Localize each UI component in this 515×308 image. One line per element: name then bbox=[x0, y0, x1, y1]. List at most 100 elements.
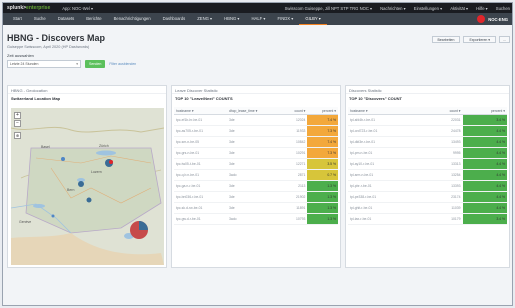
value-cell: 3de bbox=[227, 136, 282, 148]
value-cell: 13393 bbox=[425, 180, 463, 192]
table-row[interactable]: tpc-sk.d-rw-be-01 3de 11891 1.3 % bbox=[174, 202, 338, 214]
table-row[interactable]: tpl-pm-n-be-01 9995 4.4 % bbox=[348, 147, 507, 159]
nav-hbng[interactable]: HBNG ▾ bbox=[218, 13, 245, 25]
table-row[interactable]: tpl-dkt3e-r-be-01 13493 4.4 % bbox=[348, 136, 507, 148]
hostname-cell: tpc-as705-r-be-01 bbox=[174, 125, 227, 137]
help-menu[interactable]: Hilfe ▾ bbox=[476, 6, 488, 11]
table-row[interactable]: tpc-gw.d-r-be-01 3ado 10793 1.3 % bbox=[174, 213, 338, 225]
nav-findx[interactable]: FINDX ▾ bbox=[272, 13, 300, 25]
col-lease-time[interactable]: dhcp_lease_time ▾ bbox=[227, 107, 282, 115]
value-cell: 12024 bbox=[281, 114, 308, 126]
table-row[interactable]: tpl-srm-n-be-01 13254 4.4 % bbox=[348, 169, 507, 181]
table-row[interactable]: tpc-q.b.n-be-01 3ado 2871 0.7 % bbox=[174, 169, 338, 181]
table-row[interactable]: tpc-bn036-r-be-01 3de 21902 1.3 % bbox=[174, 191, 338, 203]
settings-menu[interactable]: Einstellungen ▾ bbox=[414, 6, 442, 11]
nav-start[interactable]: Start bbox=[7, 13, 28, 25]
nav-gilby[interactable]: GILBY ▾ bbox=[299, 13, 327, 25]
value-cell: 3de bbox=[227, 125, 282, 137]
percent-cell: 3.4 % bbox=[462, 114, 507, 126]
header-actions: Bearbeiten Exportieren ▾ ... bbox=[431, 36, 510, 43]
value-cell: 3de bbox=[227, 158, 282, 170]
percent-cell: 3.4 % bbox=[462, 213, 507, 225]
leave-table-body: tpc-ef1b-hr-be-01 3de 12024 7.4 % tpc-as705-… bbox=[174, 114, 338, 225]
time-range-select[interactable]: Letzte 24 Stunden ▾ bbox=[7, 60, 81, 68]
percent-cell: 7.4 % bbox=[307, 114, 338, 126]
value-cell: 11891 bbox=[281, 202, 308, 214]
hostname-cell: tpl-pbr-r-be-01 bbox=[348, 180, 426, 192]
discovers-table-body: tpl-sfd4b-r-be-01 22031 3.4 % tpl-ord723-r-… bbox=[348, 114, 507, 225]
col-hostname[interactable]: hostname ▾ bbox=[348, 107, 426, 115]
hostname-cell: tpl-srm-n-be-01 bbox=[348, 169, 426, 181]
col-percent[interactable]: percent ▾ bbox=[307, 107, 338, 115]
table-row[interactable]: tpc-as705-r-be-01 3de 11933 7.3 % bbox=[174, 125, 338, 137]
table-row[interactable]: tpc-tw05-t-be-01 3de 12271 3.5 % bbox=[174, 158, 338, 170]
percent-cell: 0.7 % bbox=[307, 169, 338, 181]
percent-cell: 4.4 % bbox=[462, 125, 507, 137]
percent-cell: 4.4 % bbox=[462, 169, 507, 181]
hide-filters-link[interactable]: Filter ausblenden bbox=[109, 62, 136, 66]
map-panel-title: Switzerland Location Map bbox=[11, 96, 61, 101]
edit-button[interactable]: Bearbeiten bbox=[431, 36, 461, 43]
splunk-logo[interactable]: splunk>enterprise bbox=[7, 5, 50, 11]
messages-menu[interactable]: Nachrichten ▾ bbox=[380, 6, 406, 11]
table-row[interactable]: tpl-sfd4b-r-be-01 22031 3.4 % bbox=[348, 114, 507, 126]
nav-alerts[interactable]: Benachrichtigungen bbox=[108, 13, 157, 25]
nav-dashboards[interactable]: Dashboards bbox=[157, 13, 192, 25]
hostname-cell: tpc-sm-n-be-05 bbox=[174, 136, 227, 148]
discovers-panel-head: Discovers Statistic bbox=[346, 86, 509, 94]
percent-cell: 7.4 % bbox=[307, 136, 338, 148]
table-row[interactable]: tpl-tax-r-be-01 10179 3.4 % bbox=[348, 213, 507, 225]
user-menu[interactable]: Swisscom Guiseppe, Jill NPT STP TRG NOC … bbox=[285, 6, 373, 11]
map-panel-head: HBNG - Geolocation bbox=[8, 86, 166, 94]
table-row[interactable]: tpc-ga.n-r-be-01 3de 2113 1.3 % bbox=[174, 180, 338, 192]
zoom-controls: + − bbox=[14, 112, 21, 127]
value-cell: 3de bbox=[227, 147, 282, 159]
table-row[interactable]: tpl-pbr-r-be-01 13393 4.4 % bbox=[348, 180, 507, 192]
table-row[interactable]: tpc-sm-n-be-05 3de 10842 7.4 % bbox=[174, 136, 338, 148]
value-cell: 2871 bbox=[281, 169, 308, 181]
table-row[interactable]: tpl-ghit-r-be-01 11039 4.4 % bbox=[348, 202, 507, 214]
chevron-down-icon: ▾ bbox=[76, 62, 78, 66]
search-link[interactable]: Suchen bbox=[496, 6, 510, 11]
hostname-cell: tpl-ord723-r-be-01 bbox=[348, 125, 426, 137]
app-menu[interactable]: App: NOC-Wel ▾ bbox=[62, 6, 93, 11]
nav-datasets[interactable]: Datasets bbox=[52, 13, 81, 25]
col-count[interactable]: count ▾ bbox=[281, 107, 308, 115]
map-canvas bbox=[11, 108, 164, 265]
export-button[interactable]: Exportieren ▾ bbox=[463, 36, 497, 43]
leave-panel-head: Leave Discover Statistic bbox=[172, 86, 340, 94]
brand-badge-icon bbox=[477, 15, 486, 23]
nav-half[interactable]: HALF ▾ bbox=[246, 13, 272, 25]
col-hostname[interactable]: hostname ▾ bbox=[174, 107, 227, 115]
zoom-in-button[interactable]: + bbox=[14, 112, 21, 119]
submit-button[interactable]: Senden bbox=[85, 60, 106, 68]
hostname-cell: tpl-ghit-r-be-01 bbox=[348, 202, 426, 214]
dashboard-header: HBNG - Discovers Map Guiseppe Swisscom, … bbox=[7, 33, 510, 85]
value-cell: 11039 bbox=[425, 202, 463, 214]
percent-cell: 4.4 % bbox=[462, 136, 507, 148]
percent-cell: 3.5 % bbox=[307, 158, 338, 170]
value-cell: 11933 bbox=[281, 125, 308, 137]
value-cell: 9995 bbox=[425, 147, 463, 159]
hostname-cell: tpc-q.b.n-be-01 bbox=[174, 169, 227, 181]
col-count[interactable]: count ▾ bbox=[425, 107, 463, 115]
nav-brand: NOC-ENG bbox=[477, 15, 512, 23]
col-percent[interactable]: percent ▾ bbox=[462, 107, 507, 115]
activity-menu[interactable]: Aktivität ▾ bbox=[450, 6, 468, 11]
nav-zeng[interactable]: ZENG ▾ bbox=[191, 13, 218, 25]
discovers-panel: Discovers Statistic TOP 10 "Discovers" C… bbox=[345, 85, 510, 268]
nav-search[interactable]: Suche bbox=[28, 13, 52, 25]
table-row[interactable]: tpl-ay10-r-be-01 13313 4.4 % bbox=[348, 158, 507, 170]
hostname-cell: tpc-grs-n-be-01 bbox=[174, 147, 227, 159]
percent-cell: 1.3 % bbox=[307, 213, 338, 225]
table-row[interactable]: tpc-grs-n-be-01 3de 10291 7.3 % bbox=[174, 147, 338, 159]
zoom-out-button[interactable]: − bbox=[14, 120, 21, 127]
location-map[interactable]: + − ⊕ Basel Zürich Bern Luzern Genève bbox=[11, 108, 164, 265]
nav-reports[interactable]: Berichte bbox=[80, 13, 107, 25]
table-row[interactable]: tpc-ef1b-hr-be-01 3de 12024 7.4 % bbox=[174, 114, 338, 126]
table-row[interactable]: tpl-pe338-r-be-01 23174 4.4 % bbox=[348, 191, 507, 203]
table-row[interactable]: tpl-ord723-r-be-01 24478 4.4 % bbox=[348, 125, 507, 137]
map-label-bern: Bern bbox=[67, 188, 75, 192]
locate-icon[interactable]: ⊕ bbox=[14, 132, 21, 139]
more-button[interactable]: ... bbox=[499, 36, 510, 43]
